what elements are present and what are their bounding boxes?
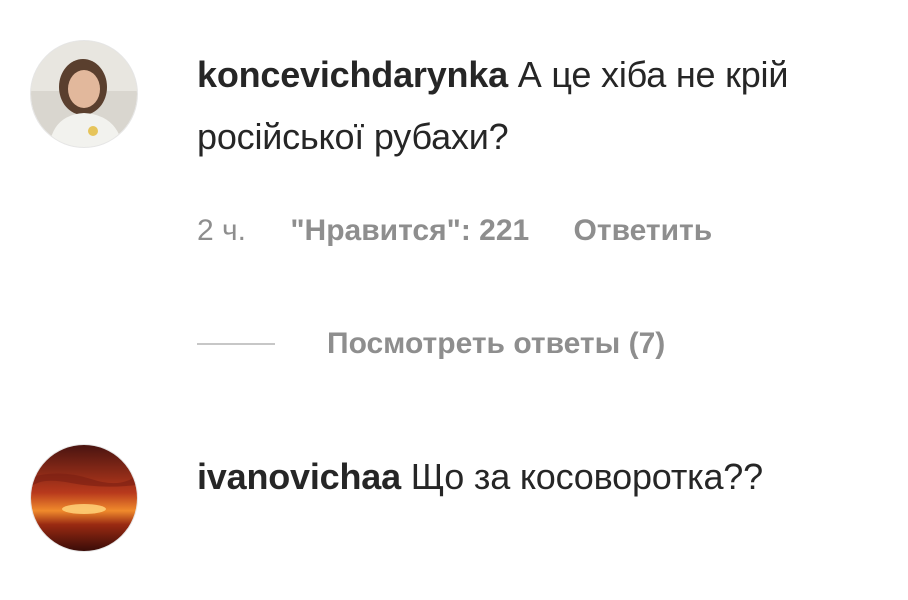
timestamp[interactable]: 2 ч. xyxy=(197,214,246,248)
likes-count[interactable]: "Нравится": 221 xyxy=(290,214,529,248)
view-replies-row[interactable]: Посмотреть ответы (7) xyxy=(197,322,665,366)
username-link[interactable]: koncevichdarynka xyxy=(197,54,508,95)
username-link[interactable]: ivanovichaa xyxy=(197,456,401,497)
comment-message: Що за косоворотка?? xyxy=(410,456,763,497)
comment-text: ivanovichaa Що за косоворотка?? xyxy=(197,446,877,508)
user-avatar-icon xyxy=(31,41,137,147)
comment-meta: 2 ч. "Нравится": 221 Ответить xyxy=(197,214,712,248)
view-replies-button[interactable]: Посмотреть ответы (7) xyxy=(327,327,665,361)
replies-divider xyxy=(197,343,275,345)
sunset-avatar-icon xyxy=(31,445,137,551)
reply-button[interactable]: Ответить xyxy=(574,214,713,248)
avatar[interactable] xyxy=(30,40,138,148)
avatar[interactable] xyxy=(30,444,138,552)
comment-text: koncevichdarynka А це хіба не крій росій… xyxy=(197,44,877,168)
